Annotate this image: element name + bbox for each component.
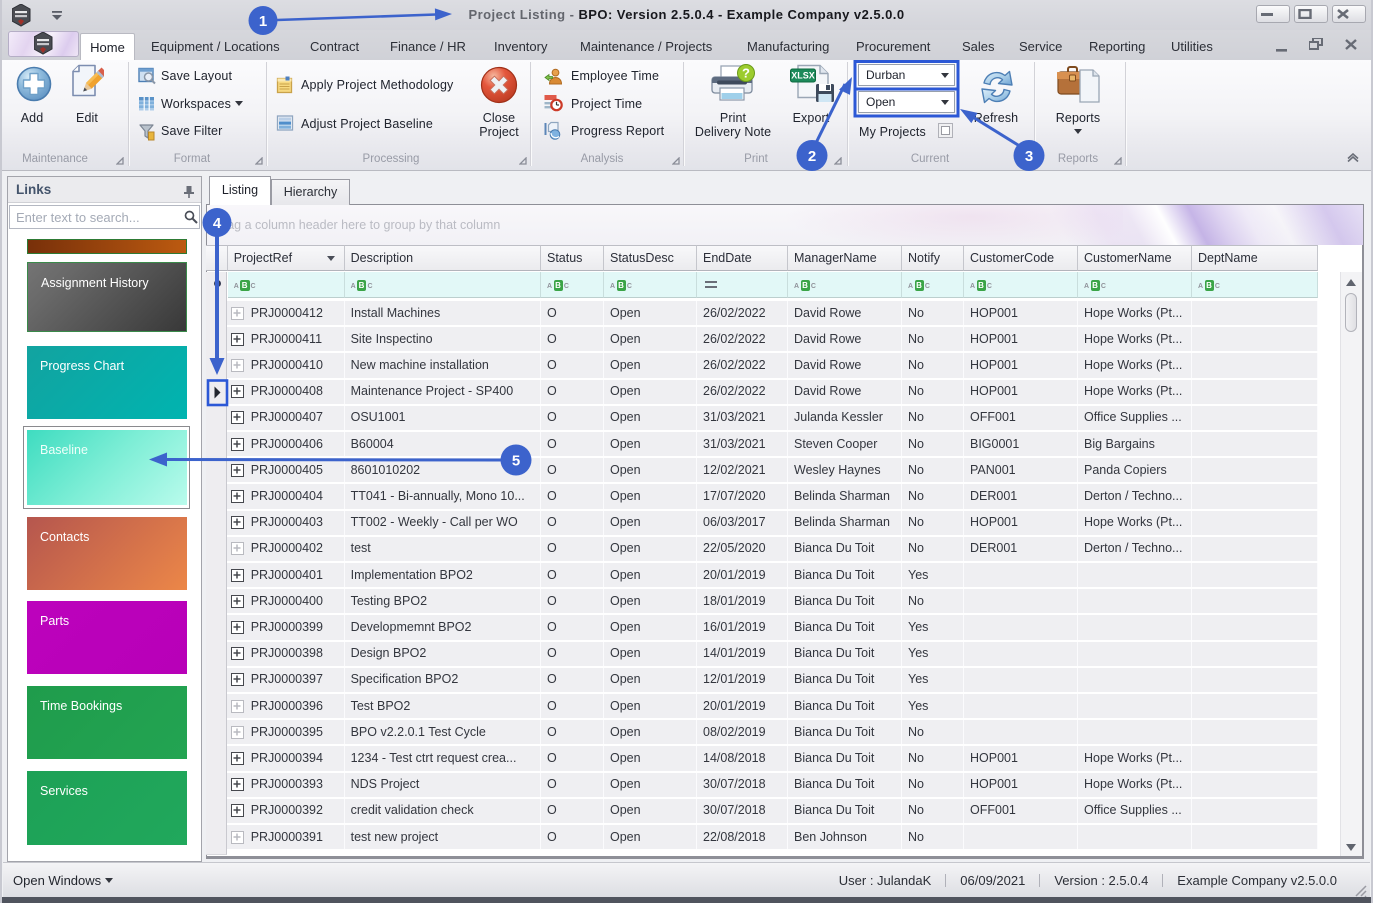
svg-text:1: 1: [259, 13, 267, 30]
svg-text:2: 2: [808, 148, 816, 165]
svg-text:3: 3: [1025, 148, 1033, 165]
svg-text:4: 4: [213, 215, 222, 232]
svg-text:5: 5: [512, 453, 520, 470]
